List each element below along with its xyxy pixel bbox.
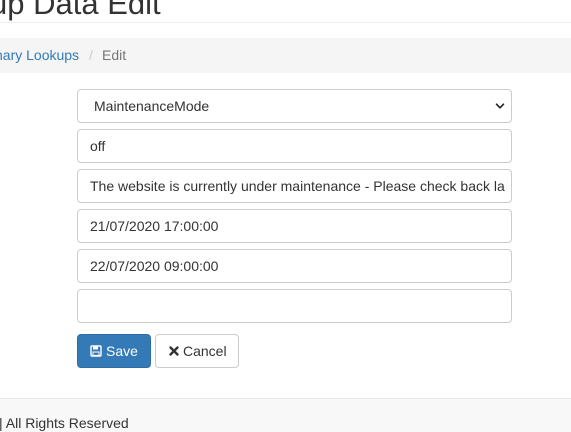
end-date-input[interactable]: 22/07/2020 09:00:00 <box>77 249 512 283</box>
value-input[interactable]: off <box>77 129 512 163</box>
floppy-disk-icon <box>90 345 102 357</box>
chevron-down-icon <box>495 103 505 109</box>
breadcrumb-current: Edit <box>102 47 127 63</box>
breadcrumb-link-lookups[interactable]: nary Lookups <box>0 38 79 73</box>
start-date-input-text: 21/07/2020 17:00:00 <box>90 218 219 234</box>
start-date-input[interactable]: 21/07/2020 17:00:00 <box>77 209 512 243</box>
cancel-button-label: Cancel <box>183 343 227 359</box>
save-button-label: Save <box>106 343 138 359</box>
extra-input[interactable] <box>77 289 512 323</box>
cancel-button[interactable]: Cancel <box>155 334 239 368</box>
value-input-text: off <box>90 138 106 154</box>
breadcrumb-separator: / <box>89 47 93 63</box>
save-button[interactable]: Save <box>77 334 151 368</box>
close-icon <box>169 346 179 356</box>
lookup-type-select[interactable]: MaintenanceMode <box>77 89 512 123</box>
description-input-text: The website is currently under maintenan… <box>90 178 505 194</box>
footer-copyright: | All Rights Reserved <box>0 415 129 431</box>
breadcrumb: nary Lookups / Edit <box>0 38 571 73</box>
title-divider <box>0 22 571 23</box>
lookup-type-selected-value: MaintenanceMode <box>94 98 210 114</box>
footer: | All Rights Reserved <box>0 399 571 432</box>
page-title: up Data Edit <box>0 0 161 21</box>
description-input[interactable]: The website is currently under maintenan… <box>77 169 512 203</box>
end-date-input-text: 22/07/2020 09:00:00 <box>90 258 219 274</box>
